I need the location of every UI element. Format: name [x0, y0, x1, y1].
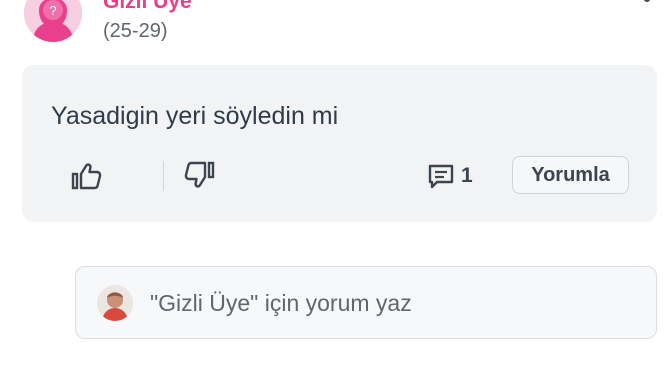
avatar-question-mark: ?: [49, 3, 56, 18]
question-text: Yasadigin yeri söyledin mi: [51, 102, 339, 130]
thumbs-up-icon[interactable]: [70, 161, 104, 191]
user-age-range: (25-29): [103, 20, 168, 42]
reply-button[interactable]: Yorumla: [512, 156, 629, 194]
question-card: Yasadigin yeri söyledin mi 1 Yorumla: [22, 65, 657, 222]
comment-count[interactable]: 1: [427, 161, 473, 191]
thumbs-down-icon[interactable]: [182, 159, 216, 189]
comment-input-placeholder: "Gizli Üye" için yorum yaz: [150, 290, 412, 316]
comment-input[interactable]: "Gizli Üye" için yorum yaz: [75, 266, 657, 339]
question-page: ? Gizli Üye (25-29) Yasadigin yeri söyle…: [0, 0, 672, 378]
user-avatar-icon: [97, 285, 133, 321]
comment-icon: [428, 164, 454, 189]
reaction-divider: [163, 161, 164, 191]
more-options-icon[interactable]: [640, 0, 654, 6]
comment-count-value: 1: [461, 164, 473, 187]
anonymous-female-avatar-icon[interactable]: ?: [24, 0, 82, 42]
user-name[interactable]: Gizli Üye: [103, 0, 192, 14]
